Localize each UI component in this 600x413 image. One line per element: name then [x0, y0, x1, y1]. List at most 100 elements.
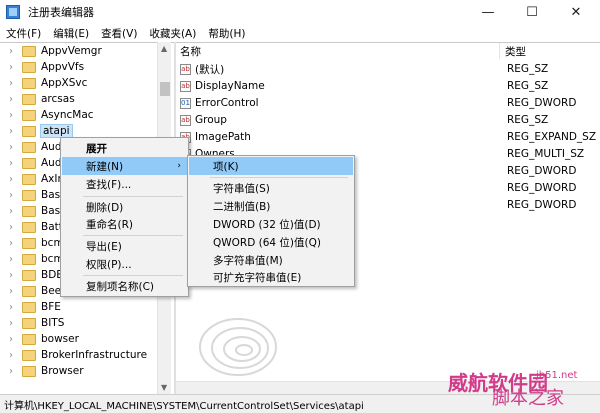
menu-item-expand[interactable]: 展开 [62, 139, 187, 157]
menu-item-new-qword[interactable]: QWORD (64 位)值(Q) [189, 233, 353, 251]
menu-item-export[interactable]: 导出(E) [62, 237, 187, 255]
chevron-right-icon[interactable]: › [6, 366, 16, 377]
binary-value-icon: 01 [180, 97, 191, 109]
tree-item[interactable]: › Basic [0, 203, 69, 219]
scrollbar-thumb[interactable] [160, 82, 170, 96]
value-name: ErrorControl [195, 97, 259, 109]
folder-icon [22, 173, 36, 185]
chevron-right-icon[interactable]: › [6, 78, 16, 89]
chevron-right-icon[interactable]: › [6, 46, 16, 57]
tree-item-label: arcsas [41, 93, 75, 105]
tree-item[interactable]: › Audi [0, 139, 64, 155]
value-row[interactable]: abImagePathREG_EXPAND_SZ [176, 129, 600, 145]
column-header-type[interactable]: 类型 [505, 43, 526, 59]
tree-item-label: AsyncMac [41, 109, 94, 121]
tree-item[interactable]: › BrokerInfrastructure [0, 347, 147, 363]
tree-item-label: bowser [41, 333, 79, 345]
menu-separator [83, 235, 183, 236]
maximize-button[interactable]: ☐ [510, 0, 554, 24]
tree-item[interactable]: › bcm [0, 251, 64, 267]
tree-item[interactable]: › Beep [0, 283, 68, 299]
menu-edit[interactable]: 编辑(E) [47, 26, 95, 41]
chevron-right-icon[interactable]: › [6, 238, 16, 249]
tree-item[interactable]: › bcm [0, 235, 64, 251]
menu-item-rename[interactable]: 重命名(R) [62, 215, 187, 233]
menu-item-new-dword[interactable]: DWORD (32 位)值(D) [189, 215, 353, 233]
chevron-right-icon[interactable]: › [6, 350, 16, 361]
menu-item-new-binary[interactable]: 二进制值(B) [189, 197, 353, 215]
tree-item[interactable]: › AxIn [0, 171, 64, 187]
string-value-icon: ab [180, 114, 191, 126]
tree-item[interactable]: › AsyncMac [0, 107, 94, 123]
menu-separator [83, 196, 183, 197]
tree-item[interactable]: › arcsas [0, 91, 75, 107]
tree-item[interactable]: › AppvVfs [0, 59, 84, 75]
minimize-button[interactable]: — [466, 0, 510, 24]
tree-item[interactable]: › Browser [0, 363, 84, 379]
chevron-right-icon[interactable]: › [6, 286, 16, 297]
chevron-right-icon[interactable]: › [6, 334, 16, 345]
chevron-right-icon[interactable]: › [6, 158, 16, 169]
chevron-right-icon: › [177, 161, 181, 171]
chevron-right-icon[interactable]: › [6, 206, 16, 217]
tree-item[interactable]: › Audi [0, 155, 64, 171]
menu-file[interactable]: 文件(F) [0, 26, 47, 41]
folder-icon [22, 77, 36, 89]
chevron-right-icon[interactable]: › [6, 254, 16, 265]
tree-item[interactable]: › BFE [0, 299, 61, 315]
close-button[interactable]: ✕ [554, 0, 598, 24]
value-row[interactable]: ab (默认) REG_SZ [176, 61, 600, 77]
menu-item-new-string[interactable]: 字符串值(S) [189, 179, 353, 197]
menu-item-new-multi-string[interactable]: 多字符串值(M) [189, 251, 353, 269]
folder-icon [22, 333, 36, 345]
chevron-right-icon[interactable]: › [6, 174, 16, 185]
folder-icon [22, 285, 36, 297]
chevron-right-icon[interactable]: › [6, 222, 16, 233]
tree-item[interactable]: › AppXSvc [0, 75, 87, 91]
tree-item[interactable]: › Basic [0, 187, 69, 203]
menu-favorites[interactable]: 收藏夹(A) [143, 26, 202, 41]
chevron-right-icon[interactable]: › [6, 142, 16, 153]
tree-item[interactable]: › bowser [0, 331, 79, 347]
value-type: REG_MULTI_SZ [507, 148, 585, 160]
menu-item-new-key[interactable]: 项(K) [189, 157, 353, 175]
menu-separator [83, 275, 183, 276]
value-type: REG_SZ [507, 63, 549, 75]
value-row[interactable]: ab Group REG_SZ [176, 112, 600, 128]
context-menu: 展开 新建(N) › 查找(F)... 删除(D) 重命名(R) 导出(E) 权限… [60, 137, 189, 297]
value-row[interactable]: ab DisplayName REG_SZ [176, 78, 600, 94]
value-row[interactable]: 01 ErrorControl REG_DWORD [176, 95, 600, 111]
chevron-right-icon[interactable]: › [6, 302, 16, 313]
chevron-right-icon[interactable]: › [6, 110, 16, 121]
menu-item-new-expandable-string[interactable]: 可扩充字符串值(E) [189, 268, 353, 286]
chevron-right-icon[interactable]: › [6, 94, 16, 105]
menu-item-delete[interactable]: 删除(D) [62, 198, 187, 216]
value-name: (默认) [195, 63, 225, 76]
chevron-right-icon[interactable]: › [6, 318, 16, 329]
scroll-down-icon[interactable]: ▼ [161, 383, 167, 392]
chevron-right-icon[interactable]: › [6, 62, 16, 73]
tree-item-label: BITS [41, 317, 65, 329]
folder-icon [22, 189, 36, 201]
chevron-right-icon[interactable]: › [6, 190, 16, 201]
menu-item-find[interactable]: 查找(F)... [62, 175, 187, 193]
value-type: REG_DWORD [507, 97, 577, 109]
scroll-up-icon[interactable]: ▲ [161, 44, 167, 53]
menu-view[interactable]: 查看(V) [95, 26, 143, 41]
folder-icon [22, 141, 36, 153]
column-header-name[interactable]: 名称 [180, 43, 201, 59]
column-divider[interactable] [499, 43, 500, 59]
menu-help[interactable]: 帮助(H) [202, 26, 251, 41]
folder-icon [22, 205, 36, 217]
folder-icon [22, 253, 36, 265]
folder-icon [22, 365, 36, 377]
tree-item[interactable]: › BITS [0, 315, 64, 331]
menu-item-new[interactable]: 新建(N) › [62, 157, 187, 175]
string-value-icon: ab [180, 63, 191, 75]
chevron-right-icon[interactable]: › [6, 126, 16, 137]
chevron-right-icon[interactable]: › [6, 270, 16, 281]
menu-item-copy-key-name[interactable]: 复制项名称(C) [62, 277, 187, 295]
tree-item[interactable]: › AppvVemgr [0, 43, 102, 59]
tree-item-label: BrokerInfrastructure [41, 349, 148, 361]
menu-item-permissions[interactable]: 权限(P)... [62, 255, 187, 273]
